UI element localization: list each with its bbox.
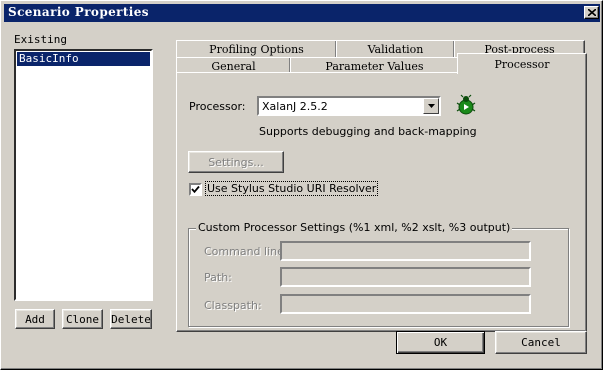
delete-button[interactable]: Delete: [110, 309, 152, 329]
uri-resolver-label[interactable]: Use Stylus Studio URI Resolver: [204, 181, 379, 196]
classpath-field[interactable]: [280, 294, 531, 314]
close-button[interactable]: [584, 6, 599, 19]
processor-select[interactable]: XalanJ 2.5.2: [257, 96, 441, 116]
processor-support-text: Supports debugging and back-mapping: [259, 125, 477, 138]
processor-dropdown-button[interactable]: [423, 98, 439, 114]
settings-button[interactable]: Settings...: [188, 151, 284, 173]
tab-validation[interactable]: Validation: [336, 40, 455, 58]
window-title: Scenario Properties: [8, 5, 149, 19]
scenario-properties-dialog: Scenario Properties Existing BasicInfo A…: [0, 0, 603, 370]
title-bar[interactable]: Scenario Properties: [4, 4, 600, 22]
classpath-label: Classpath:: [204, 299, 262, 312]
list-item[interactable]: BasicInfo: [17, 52, 150, 66]
path-label: Path:: [204, 271, 232, 284]
tab-processor[interactable]: Processor: [457, 53, 587, 74]
processor-select-value: XalanJ 2.5.2: [262, 100, 328, 113]
checkmark-icon: [191, 185, 200, 194]
tab-profiling-options[interactable]: Profiling Options: [176, 40, 337, 58]
command-line-label: Command line:: [204, 245, 288, 258]
ok-button[interactable]: OK: [396, 331, 485, 354]
cancel-button[interactable]: Cancel: [495, 331, 587, 354]
close-icon: [587, 9, 596, 16]
processor-label: Processor:: [189, 100, 246, 113]
clone-button[interactable]: Clone: [62, 309, 103, 329]
custom-processor-group-title: Custom Processor Settings (%1 xml, %2 xs…: [196, 221, 513, 234]
debug-bug-icon[interactable]: [455, 94, 477, 116]
chevron-down-icon: [427, 104, 435, 108]
command-line-field[interactable]: [280, 241, 531, 261]
path-field[interactable]: [280, 267, 531, 287]
add-button[interactable]: Add: [15, 309, 55, 329]
uri-resolver-checkbox[interactable]: [189, 183, 202, 196]
existing-label: Existing: [14, 33, 67, 46]
scenario-list[interactable]: BasicInfo: [14, 49, 153, 301]
